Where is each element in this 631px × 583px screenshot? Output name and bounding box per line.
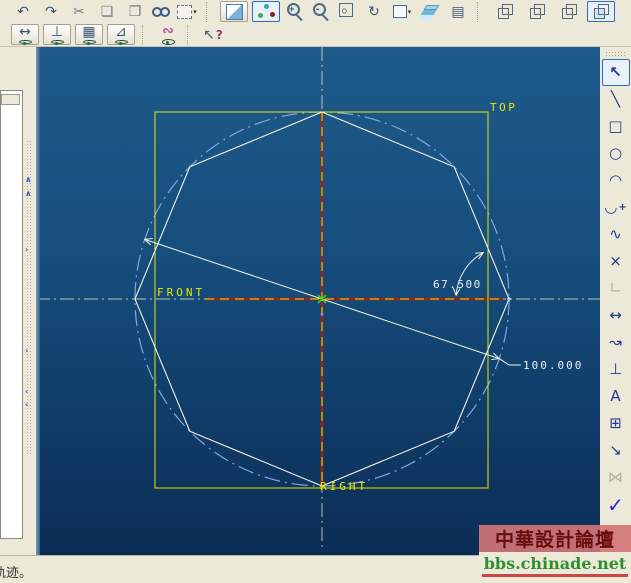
dimension-display-toggle[interactable]: ↔ [11, 24, 39, 45]
zoom-in-icon[interactable]: + [284, 1, 306, 22]
status-message: 轨迹。 [0, 566, 33, 581]
hidden-line-view-icon[interactable] [523, 1, 551, 22]
datum-display-button[interactable] [252, 1, 280, 22]
proe-sketcher-window: ↔↶↷✂❏❐▾+-○↻▾▤ ↔↔⊥▦⊿∾↖? ∧∧››‹‹ TOPFRONTRI… [0, 0, 631, 583]
select-tool-button[interactable]: ↖ [601, 59, 630, 86]
sketcher-tool-column: ↖ ╲ □ ○ ◠ ◡ + ∿ × ∟ ↔ ↝ ⊥ A ⊞ ↘ ⋈ ✓ [600, 59, 631, 518]
no-hidden-line-view-icon[interactable] [555, 1, 583, 22]
wireframe-view-icon[interactable] [491, 1, 519, 22]
line-tool-icon[interactable]: ╲ [602, 86, 630, 113]
splitter-collapse-arrow[interactable]: ∧ [25, 190, 32, 198]
top-toolbar: ↔↶↷✂❏❐▾+-○↻▾▤ ↔↔⊥▦⊿∾↖? [0, 0, 631, 47]
repaint-icon[interactable]: ↻ [362, 1, 386, 22]
watermark-title: 中華設計論壇 [479, 525, 631, 552]
sketch-canvas[interactable]: TOP FRONT RIGHT 67.500 100.000 [36, 47, 600, 555]
rectangle-tool-icon[interactable]: □ [602, 113, 630, 140]
view-manager-icon[interactable]: ▤ [446, 1, 470, 22]
paste-icon[interactable]: ❐ [123, 1, 147, 22]
undo-icon[interactable]: ↶ [11, 1, 35, 22]
cut-icon[interactable]: ✂ [67, 1, 91, 22]
copy-icon[interactable]: ❏ [95, 1, 119, 22]
toolbar-separator [187, 24, 194, 45]
toolbar-separator [477, 1, 484, 22]
top-plane-label: TOP [490, 101, 517, 114]
find-icon[interactable] [151, 1, 171, 22]
constraint-display-toggle[interactable]: ⊥ [43, 24, 71, 45]
constraint-tool-icon[interactable]: ⊥ [602, 356, 630, 383]
zoom-fit-icon[interactable]: ○ [336, 1, 358, 22]
palette-tool-icon[interactable]: ⊞ [602, 410, 630, 437]
sketch-view-button[interactable] [220, 1, 248, 22]
shaded-view-button[interactable] [587, 1, 615, 22]
angle-dimension-value: 67.500 [433, 278, 482, 291]
coordinate-system-tool-icon[interactable]: ∟ [602, 275, 630, 302]
point-tool-icon[interactable]: × [602, 248, 630, 275]
dimension-tool-icon[interactable]: ↔ [602, 302, 630, 329]
diameter-dimension-value: 100.000 [523, 359, 583, 372]
vertex-display-toggle[interactable]: ⊿ [107, 24, 135, 45]
splitter-collapse-arrow[interactable]: ∧ [25, 176, 32, 184]
grid-display-toggle[interactable]: ▦ [75, 24, 103, 45]
dimension-leader [498, 358, 521, 366]
saved-views-icon[interactable]: ▾ [390, 1, 414, 22]
circle-tool-icon[interactable]: ○ [602, 140, 630, 167]
spline-tool-icon[interactable]: ∿ [602, 221, 630, 248]
trim-tool-icon[interactable]: ↘ [602, 437, 630, 464]
watermark-underline [482, 574, 628, 577]
toolbar-gripper[interactable] [604, 51, 627, 57]
watermark-url: bbs.chinade.net [479, 552, 631, 574]
toolbar-separator [206, 1, 213, 22]
top-toolbar-row-1: ↔↶↷✂❏❐▾+-○↻▾▤ [0, 0, 631, 23]
shade-closed-loops-toggle[interactable]: ∾ [156, 24, 180, 45]
layers-icon[interactable] [418, 1, 442, 22]
point-marker [320, 312, 324, 316]
mirror-tool-icon[interactable]: ⋈ [602, 464, 630, 491]
clipped-toolbar-icon[interactable]: ↔ [1, 1, 7, 22]
model-tree-panel[interactable] [0, 90, 23, 539]
selection-filter-icon[interactable]: ▾ [175, 1, 199, 22]
fillet-tool-icon[interactable]: ◡ + [602, 194, 630, 221]
splitter-collapse-arrow[interactable]: › [25, 246, 28, 254]
toolbar-separator [142, 24, 149, 45]
splitter-collapse-arrow[interactable]: ‹ [25, 401, 28, 409]
watermark: 中華設計論壇 bbs.chinade.net [479, 525, 631, 583]
text-tool-icon[interactable]: A [602, 383, 630, 410]
left-panel: ∧ ∧ › › ‹ ‹ [0, 47, 36, 555]
arc-tool-icon[interactable]: ◠ [602, 167, 630, 194]
sketcher-toolbar: ↖ ╲ □ ○ ◠ ◡ + ∿ × ∟ ↔ ↝ ⊥ A ⊞ ↘ ⋈ ✓ [600, 47, 631, 583]
panel-header-fragment [1, 94, 20, 105]
context-help-icon[interactable]: ↖? [201, 24, 225, 45]
redo-icon[interactable]: ↷ [39, 1, 63, 22]
panel-splitter[interactable]: ∧ ∧ › › ‹ ‹ [25, 47, 34, 555]
splitter-collapse-arrow[interactable]: › [25, 347, 28, 355]
done-button[interactable]: ✓ [602, 491, 630, 518]
sketch-drawing[interactable]: TOP FRONT RIGHT 67.500 100.000 [36, 47, 600, 555]
canvas-left-edge [36, 47, 40, 555]
front-plane-label: FRONT [157, 286, 205, 299]
dimension-arrowhead [475, 252, 485, 260]
right-plane-label: RIGHT [320, 480, 368, 493]
clipped-toggle-button[interactable]: ↔ [1, 24, 7, 45]
modify-tool-icon[interactable]: ↝ [602, 329, 630, 356]
zoom-out-icon[interactable]: - [310, 1, 332, 22]
splitter-collapse-arrow[interactable]: ‹ [25, 388, 28, 396]
top-toolbar-row-2: ↔↔⊥▦⊿∾↖? [0, 23, 631, 46]
vertex-marker [507, 297, 511, 301]
